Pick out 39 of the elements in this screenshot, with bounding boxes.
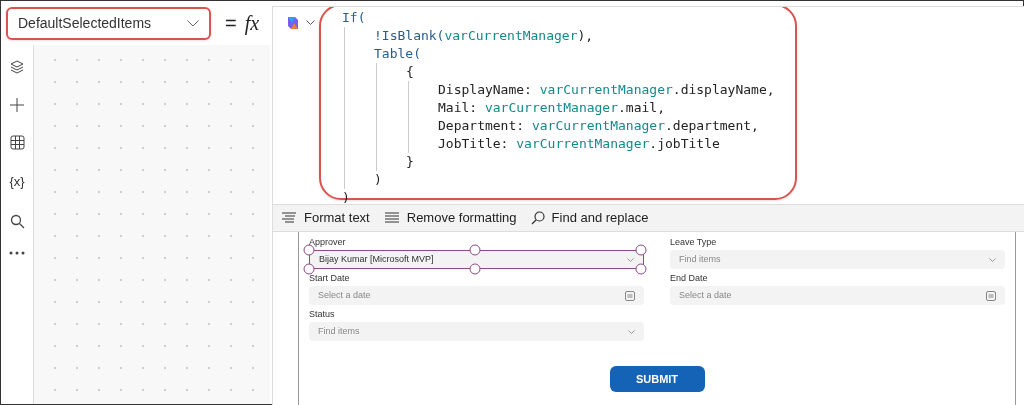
calendar-icon[interactable] bbox=[986, 290, 996, 301]
equals-sign: = bbox=[225, 11, 237, 36]
code-line: { bbox=[406, 63, 414, 81]
code-line: Department: varCurrentManager.department, bbox=[438, 117, 759, 135]
calendar-icon[interactable] bbox=[625, 290, 635, 301]
search-icon bbox=[530, 211, 545, 225]
chevron-down-icon[interactable] bbox=[306, 20, 315, 26]
table-icon[interactable] bbox=[9, 135, 25, 150]
format-text-icon bbox=[281, 212, 297, 224]
submit-button[interactable]: SUBMIT bbox=[609, 366, 705, 392]
dropdown-field[interactable]: Bijay Kumar [Microsoft MVP] bbox=[309, 250, 644, 269]
chevron-down-icon[interactable] bbox=[187, 19, 199, 27]
variables-button[interactable]: {x} bbox=[9, 172, 25, 192]
field-label: End Date bbox=[670, 272, 709, 285]
toolbar-button[interactable]: Format text bbox=[281, 208, 370, 228]
plus-icon[interactable] bbox=[9, 97, 25, 113]
field-label: Status bbox=[309, 308, 336, 321]
property-dropdown[interactable]: DefaultSelectedItems bbox=[6, 6, 211, 40]
code-line: Table( bbox=[374, 45, 421, 63]
code-line: !IsBlank(varCurrentManager), bbox=[374, 27, 594, 45]
toolbar-button[interactable]: Find and replace bbox=[530, 208, 649, 228]
fx-button[interactable]: fx bbox=[244, 8, 260, 38]
code-line: If( bbox=[342, 9, 366, 27]
code-line: } bbox=[406, 153, 414, 171]
search-icon[interactable] bbox=[9, 213, 25, 229]
code-line: JobTitle: varCurrentManager.jobTitle bbox=[438, 135, 720, 153]
toolbar-button[interactable]: Remove formatting bbox=[383, 208, 517, 228]
copilot-icon[interactable] bbox=[285, 15, 301, 31]
code-line: Mail: varCurrentManager.mail, bbox=[438, 99, 665, 117]
code-line: ) bbox=[374, 171, 382, 189]
lines-icon bbox=[383, 212, 400, 224]
more-icon[interactable] bbox=[9, 250, 25, 255]
layers-icon[interactable] bbox=[9, 59, 25, 75]
field-label: Leave Type bbox=[670, 236, 718, 249]
code-line: ) bbox=[342, 189, 350, 204]
field-label: Start Date bbox=[309, 272, 351, 285]
field-label: Approver bbox=[309, 236, 347, 249]
property-name: DefaultSelectedItems bbox=[18, 13, 152, 33]
code-line: DisplayName: varCurrentManager.displayName, bbox=[438, 81, 775, 99]
